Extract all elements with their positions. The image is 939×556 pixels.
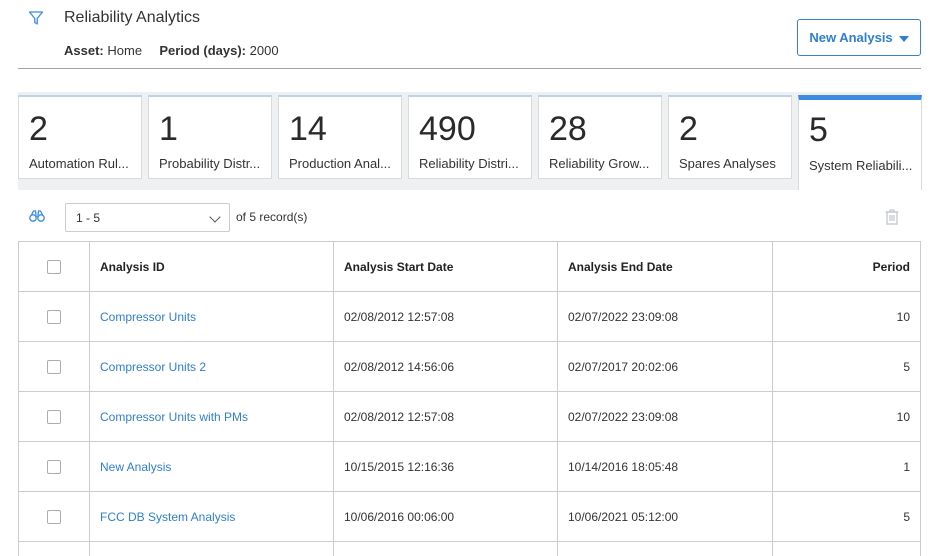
period-cell: 10 [772,391,921,442]
chevron-down-icon [209,211,221,223]
period-label: Period (days): [159,43,246,58]
start-date-cell: 10/15/2015 12:16:36 [333,441,558,492]
row-checkbox[interactable] [47,509,61,524]
analysis-link[interactable]: Compressor Units 2 [100,360,206,374]
analysis-link[interactable]: Compressor Units with PMs [100,410,248,424]
end-date-cell: 02/07/2017 20:02:06 [557,341,773,392]
column-header-end-date[interactable]: Analysis End Date [557,241,773,292]
new-analysis-label: New Analysis [809,30,893,45]
tile-count: 1 [159,110,178,148]
row-select-cell [18,291,90,342]
record-count: of 5 record(s) [236,210,308,224]
page-range-select[interactable]: 1 - 5 [65,203,230,232]
tile-probability-distribution[interactable]: 1 Probability Distr... [148,95,272,179]
table-row: FCC DB System Analysis 10/06/2016 00:06:… [18,491,921,542]
caret-down-icon [898,35,909,42]
table-row: New Analysis 10/15/2015 12:16:36 10/14/2… [18,441,921,492]
page-range-value: 1 - 5 [76,211,101,225]
table-row: Compressor Units 02/08/2012 12:57:08 02/… [18,291,921,342]
analysis-id-cell: Compressor Units with PMs [89,391,334,442]
tile-reliability-distribution[interactable]: 490 Reliability Distri... [408,95,532,179]
end-date-cell: 02/07/2022 23:09:08 [557,291,773,342]
tile-label: System Reliabili... [809,158,913,173]
tile-count: 2 [679,110,698,148]
tile-reliability-growth[interactable]: 28 Reliability Grow... [538,95,662,179]
analysis-link[interactable]: FCC DB System Analysis [100,510,235,524]
filter-icon[interactable] [28,10,44,26]
trash-icon[interactable] [884,208,900,226]
end-date-cell: 10/14/2016 18:05:48 [557,441,773,492]
tile-label: Production Anal... [289,156,391,171]
start-date-cell: 02/08/2012 12:57:08 [333,291,558,342]
analysis-id-cell: New Analysis [89,441,334,492]
tile-system-reliability[interactable]: 5 System Reliabili... [798,95,922,190]
analysis-id-cell: FCC DB System Analysis [89,491,334,542]
analyses-table: Analysis ID Analysis Start Date Analysis… [18,241,921,556]
row-select-cell [18,391,90,442]
table-footer-row [18,541,921,556]
tile-automation-rules[interactable]: 2 Automation Rul... [18,95,142,179]
tile-count: 2 [29,110,48,148]
row-checkbox[interactable] [47,459,61,474]
footer-cell [333,541,558,556]
select-all-cell [18,241,90,292]
tile-label: Automation Rul... [29,156,129,171]
period-cell: 10 [772,291,921,342]
row-select-cell [18,341,90,392]
new-analysis-button[interactable]: New Analysis [797,19,921,56]
header-divider [18,68,921,69]
tile-count: 490 [419,110,476,148]
analysis-id-cell: Compressor Units 2 [89,341,334,392]
asset-value: Home [107,43,143,58]
row-checkbox[interactable] [47,359,61,374]
period-cell: 5 [772,341,921,392]
start-date-cell: 02/08/2012 14:56:06 [333,341,558,392]
table-header-row: Analysis ID Analysis Start Date Analysis… [18,241,921,292]
column-header-analysis-id[interactable]: Analysis ID [89,241,334,292]
context-info: Asset: Home Period (days): 2000 [64,43,279,58]
page-header: Reliability Analytics Asset: Home Period… [0,0,939,70]
footer-cell [557,541,773,556]
start-date-cell: 10/06/2016 00:06:00 [333,491,558,542]
tile-count: 5 [809,111,828,149]
tile-label: Probability Distr... [159,156,261,171]
period-value: 2000 [249,43,279,58]
table-row: Compressor Units 2 02/08/2012 14:56:06 0… [18,341,921,392]
period-cell: 1 [772,441,921,492]
footer-cell [772,541,921,556]
analysis-link[interactable]: Compressor Units [100,310,196,324]
column-header-period[interactable]: Period [772,241,921,292]
page-title: Reliability Analytics [64,9,201,26]
binoculars-icon[interactable] [29,210,45,222]
tile-count: 14 [289,110,327,148]
tile-label: Reliability Distri... [419,156,519,171]
footer-cell [18,541,90,556]
analysis-id-cell: Compressor Units [89,291,334,342]
end-date-cell: 10/06/2021 05:12:00 [557,491,773,542]
table-row: Compressor Units with PMs 02/08/2012 12:… [18,391,921,442]
tile-count: 28 [549,110,587,148]
footer-cell [89,541,334,556]
column-header-start-date[interactable]: Analysis Start Date [333,241,558,292]
asset-label: Asset: [64,43,104,58]
select-all-checkbox[interactable] [47,259,61,274]
start-date-cell: 02/08/2012 12:57:08 [333,391,558,442]
tile-label: Spares Analyses [679,156,776,171]
tile-spares-analyses[interactable]: 2 Spares Analyses [668,95,792,179]
period-cell: 5 [772,491,921,542]
analysis-link[interactable]: New Analysis [100,460,171,474]
grid-toolbar: 1 - 5 of 5 record(s) [18,190,921,242]
row-checkbox[interactable] [47,409,61,424]
row-checkbox[interactable] [47,309,61,324]
tile-label: Reliability Grow... [549,156,650,171]
end-date-cell: 02/07/2022 23:09:08 [557,391,773,442]
row-select-cell [18,441,90,492]
tile-production-analysis[interactable]: 14 Production Anal... [278,95,402,179]
row-select-cell [18,491,90,542]
